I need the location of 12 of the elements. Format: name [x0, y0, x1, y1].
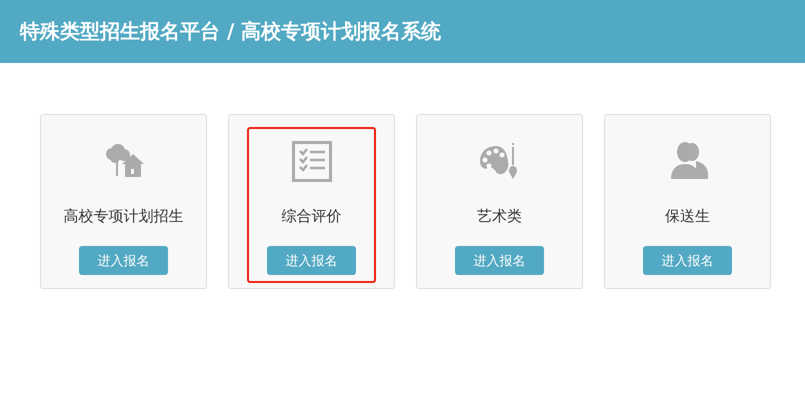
- card-label: 高校专项计划招生: [64, 207, 184, 226]
- checklist-icon: [292, 140, 332, 182]
- card-label: 艺术类: [477, 207, 522, 226]
- card-label: 保送生: [665, 207, 710, 226]
- register-button[interactable]: 进入报名: [643, 246, 732, 275]
- card-label: 综合评价: [282, 207, 342, 226]
- tree-house-icon: [104, 144, 144, 178]
- register-button[interactable]: 进入报名: [267, 246, 356, 275]
- register-button[interactable]: 进入报名: [455, 246, 544, 275]
- palette-icon: [480, 142, 520, 180]
- register-button[interactable]: 进入报名: [79, 246, 168, 275]
- page-title: 特殊类型招生报名平台 / 高校专项计划报名系统: [20, 18, 442, 45]
